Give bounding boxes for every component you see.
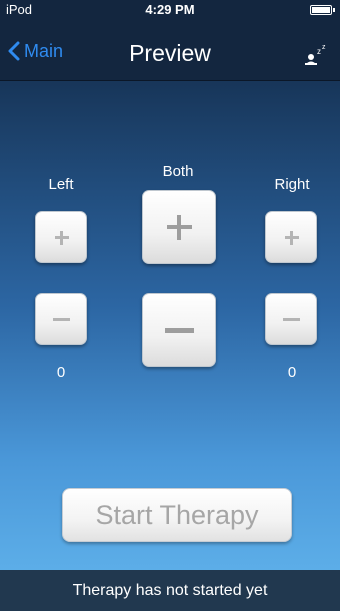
- back-label: Main: [24, 40, 64, 61]
- right-label: Right: [274, 176, 310, 193]
- battery-level: [312, 7, 330, 13]
- plus-icon-vertical: [290, 231, 293, 245]
- both-label: Both: [162, 163, 194, 180]
- both-increase-button[interactable]: [142, 190, 216, 264]
- chevron-left-icon: [8, 41, 20, 61]
- minus-icon: [283, 318, 300, 321]
- plus-icon-vertical: [177, 215, 181, 240]
- svg-text:z: z: [317, 47, 321, 56]
- sleep-button[interactable]: z z: [302, 42, 330, 68]
- left-label: Left: [48, 176, 74, 193]
- status-footer: Therapy has not started yet: [0, 570, 340, 611]
- right-intensity-value: 0: [287, 364, 297, 381]
- battery-tip: [333, 8, 335, 12]
- both-decrease-button[interactable]: [142, 293, 216, 367]
- sleep-icon: z z: [305, 44, 326, 65]
- minus-icon: [165, 328, 194, 333]
- left-intensity-value: 0: [56, 364, 66, 381]
- left-decrease-button[interactable]: [35, 293, 87, 345]
- app-screen: iPod 4:29 PM Main Preview z z Left Both …: [0, 0, 340, 611]
- right-decrease-button[interactable]: [265, 293, 317, 345]
- status-time: 4:29 PM: [145, 2, 195, 17]
- svg-text:z: z: [322, 44, 326, 51]
- left-increase-button[interactable]: [35, 211, 87, 263]
- plus-icon-vertical: [60, 231, 63, 245]
- minus-icon: [53, 318, 70, 321]
- therapy-status-text: Therapy has not started yet: [72, 582, 268, 599]
- right-increase-button[interactable]: [265, 211, 317, 263]
- navigation-bar: Main Preview z z: [0, 20, 340, 81]
- back-button[interactable]: Main: [8, 38, 63, 64]
- status-bar: iPod 4:29 PM: [0, 0, 340, 20]
- start-therapy-button[interactable]: Start Therapy: [62, 488, 292, 542]
- battery-icon: [310, 5, 332, 15]
